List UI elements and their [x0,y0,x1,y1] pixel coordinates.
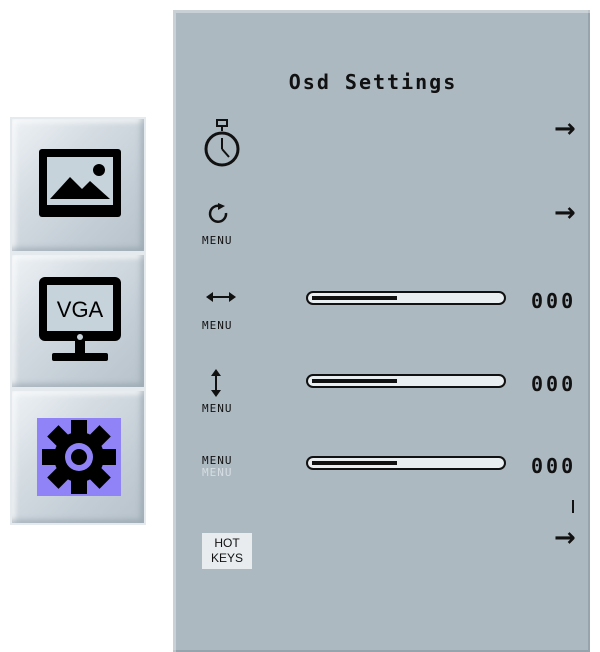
rotation-menu-label: MENU [202,234,233,247]
v-position-menu-label: MENU [202,402,233,415]
transparency-value: 000 [531,454,577,478]
vertical-arrows-icon [211,369,221,397]
timeout-submenu-arrow[interactable]: → [554,116,576,142]
scroll-tick [572,500,574,513]
rotation-submenu-arrow[interactable]: → [554,200,576,226]
gear-icon [37,418,121,496]
horizontal-arrows-icon [206,292,236,302]
h-position-menu-label: MENU [202,319,233,332]
hotkeys-badge-line1: HOT [214,536,240,550]
page-title: Osd Settings [288,70,458,94]
hotkeys-submenu-arrow[interactable]: → [554,525,576,551]
h-position-value: 000 [531,289,577,313]
transparency-menu-label: MENU [202,454,233,467]
transparency-slider[interactable] [306,456,506,470]
h-position-slider[interactable] [306,291,506,305]
vga-label: VGA [57,297,104,322]
vga-monitor-icon: VGA [39,277,121,361]
rotate-icon [208,203,228,223]
v-position-slider[interactable] [306,374,506,388]
hotkeys-icon: HOT KEYS [202,533,252,569]
v-position-value: 000 [531,372,577,396]
picture-icon [39,149,121,217]
hotkeys-badge-line2: KEYS [210,551,243,565]
timer-icon [204,119,240,167]
sidebar-item-osd-settings[interactable] [10,389,146,525]
sidebar-item-vga[interactable]: VGA [10,253,146,389]
sidebar-item-picture[interactable] [10,117,146,253]
input-sidebar: VGA [10,117,146,525]
transparency-slider-fill [312,461,397,465]
v-position-slider-fill [312,379,397,383]
transparency-menu-label-faded: MENU [202,466,233,479]
h-position-slider-fill [312,296,397,300]
osd-settings-panel: Osd Settings → MENU → MENU 000 MENU 000 … [173,10,590,652]
